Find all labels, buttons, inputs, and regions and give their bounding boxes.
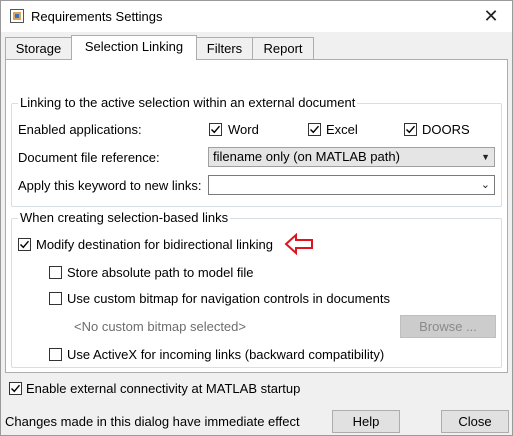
window-title: Requirements Settings <box>31 9 163 24</box>
doors-checkbox[interactable] <box>404 123 417 136</box>
close-button[interactable]: Close <box>441 410 509 433</box>
selection-links-group: When creating selection-based links Modi… <box>11 210 502 368</box>
browse-button[interactable]: Browse ... <box>400 315 496 338</box>
external-connectivity-checkbox[interactable] <box>9 382 22 395</box>
status-text: Changes made in this dialog have immedia… <box>5 414 300 429</box>
left-arrow-icon <box>284 232 314 258</box>
window-close-button[interactable]: ✕ <box>478 5 504 27</box>
document-file-reference-value: filename only (on MATLAB path) <box>213 149 400 164</box>
custom-bitmap-checkbox[interactable] <box>49 292 62 305</box>
help-button[interactable]: Help <box>332 410 400 433</box>
keyword-input[interactable]: ⌄ <box>208 175 495 195</box>
tab-report[interactable]: Report <box>252 37 314 59</box>
tab-filters[interactable]: Filters <box>196 37 253 59</box>
doors-label: DOORS <box>422 122 470 137</box>
linking-group: Linking to the active selection within a… <box>11 95 502 207</box>
document-file-reference-select[interactable]: filename only (on MATLAB path) ▼ <box>208 147 495 167</box>
external-connectivity-label: Enable external connectivity at MATLAB s… <box>26 381 301 396</box>
tab-storage[interactable]: Storage <box>5 37 72 59</box>
chevron-down-icon: ▼ <box>481 152 490 162</box>
status-bar: Changes made in this dialog have immedia… <box>1 401 512 435</box>
excel-label: Excel <box>326 122 358 137</box>
linking-group-legend: Linking to the active selection within a… <box>18 95 358 110</box>
word-checkbox[interactable] <box>209 123 222 136</box>
modify-destination-checkbox[interactable] <box>18 238 31 251</box>
requirements-settings-dialog: Requirements Settings ✕ Storage Selectio… <box>0 0 513 436</box>
document-file-reference-label: Document file reference: <box>18 150 160 165</box>
excel-checkbox[interactable] <box>308 123 321 136</box>
activex-checkbox[interactable] <box>49 348 62 361</box>
selection-linking-panel: Linking to the active selection within a… <box>5 59 508 373</box>
keyword-label: Apply this keyword to new links: <box>18 178 202 193</box>
selection-links-group-legend: When creating selection-based links <box>18 210 231 225</box>
store-absolute-path-label: Store absolute path to model file <box>67 265 254 280</box>
tab-selection-linking[interactable]: Selection Linking <box>71 35 197 60</box>
word-label: Word <box>228 122 259 137</box>
title-bar: Requirements Settings ✕ <box>1 1 512 32</box>
custom-bitmap-label: Use custom bitmap for navigation control… <box>67 291 390 306</box>
modify-destination-label: Modify destination for bidirectional lin… <box>36 237 274 252</box>
app-icon <box>10 9 24 23</box>
store-absolute-path-checkbox[interactable] <box>49 266 62 279</box>
enabled-applications-label: Enabled applications: <box>18 122 142 137</box>
chevron-down-icon: ⌄ <box>480 179 490 191</box>
custom-bitmap-path: <No custom bitmap selected> <box>74 319 246 334</box>
activex-label: Use ActiveX for incoming links (backward… <box>67 347 385 362</box>
